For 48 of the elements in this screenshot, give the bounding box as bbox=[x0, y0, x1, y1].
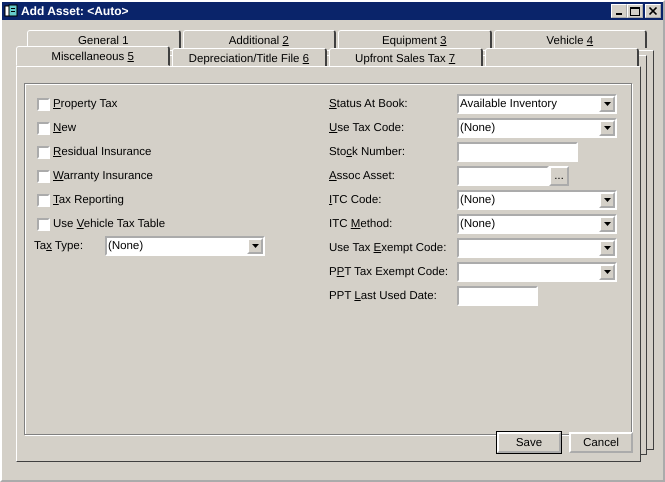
tab[interactable] bbox=[484, 48, 639, 66]
cancel-button[interactable]: Cancel bbox=[569, 432, 633, 453]
checkbox-label[interactable]: Property Tax bbox=[53, 98, 118, 110]
maximize-icon bbox=[630, 6, 640, 16]
field-label: ITC Code: bbox=[329, 194, 382, 206]
tab[interactable]: General 1 bbox=[27, 30, 180, 48]
field-label: Use Tax Exempt Code: bbox=[329, 242, 448, 254]
input-field[interactable] bbox=[457, 142, 578, 162]
checkbox-label[interactable]: Use Vehicle Tax Table bbox=[53, 218, 166, 230]
tab[interactable]: Upfront Sales Tax 7 bbox=[328, 48, 483, 66]
field-label: Tax Type: bbox=[34, 240, 84, 252]
field-label: Status At Book: bbox=[329, 98, 409, 110]
field-label: Use Tax Code: bbox=[329, 122, 406, 134]
save-button[interactable]: Save bbox=[497, 432, 561, 453]
checkbox[interactable] bbox=[37, 218, 50, 230]
checkbox-label[interactable]: Warranty Insurance bbox=[53, 170, 153, 182]
dropdown[interactable]: (None) bbox=[457, 190, 617, 210]
field-label: PPT Tax Exempt Code: bbox=[329, 266, 450, 278]
tab[interactable]: Miscellaneous 5 bbox=[16, 46, 170, 66]
tab[interactable]: Equipment 3 bbox=[338, 30, 492, 48]
tab[interactable]: Additional 2 bbox=[182, 30, 336, 48]
app-icon bbox=[4, 4, 18, 18]
window-title: Add Asset: <Auto> bbox=[21, 4, 130, 18]
checkbox-label[interactable]: Residual Insurance bbox=[53, 146, 152, 158]
dropdown[interactable]: Available Inventory bbox=[457, 94, 617, 114]
checkbox[interactable] bbox=[37, 194, 50, 206]
tab[interactable]: Vehicle 4 bbox=[494, 30, 647, 48]
field-label: Stock Number: bbox=[329, 146, 406, 158]
date-field[interactable] bbox=[457, 286, 538, 306]
dropdown[interactable]: (None) bbox=[105, 236, 265, 256]
input-field[interactable] bbox=[457, 166, 549, 186]
browse-button[interactable]: ... bbox=[549, 166, 569, 186]
checkbox[interactable] bbox=[37, 98, 50, 110]
dropdown[interactable]: (None) bbox=[457, 214, 617, 234]
checkbox-label[interactable]: New bbox=[53, 122, 76, 134]
tab[interactable]: Depreciation/Title File 6 bbox=[172, 48, 326, 66]
checkbox-label[interactable]: Tax Reporting bbox=[53, 194, 124, 206]
checkbox[interactable] bbox=[37, 122, 50, 134]
checkbox[interactable] bbox=[37, 146, 50, 158]
maximize-button[interactable] bbox=[627, 4, 643, 18]
dropdown[interactable]: (None) bbox=[457, 118, 617, 138]
minimize-button[interactable] bbox=[611, 4, 627, 18]
field-label: PPT Last Used Date: bbox=[329, 290, 438, 302]
close-button[interactable] bbox=[645, 4, 661, 18]
field-label: ITC Method: bbox=[329, 218, 394, 230]
close-icon bbox=[649, 7, 657, 15]
checkbox[interactable] bbox=[37, 170, 50, 182]
field-label: Assoc Asset: bbox=[329, 170, 396, 182]
